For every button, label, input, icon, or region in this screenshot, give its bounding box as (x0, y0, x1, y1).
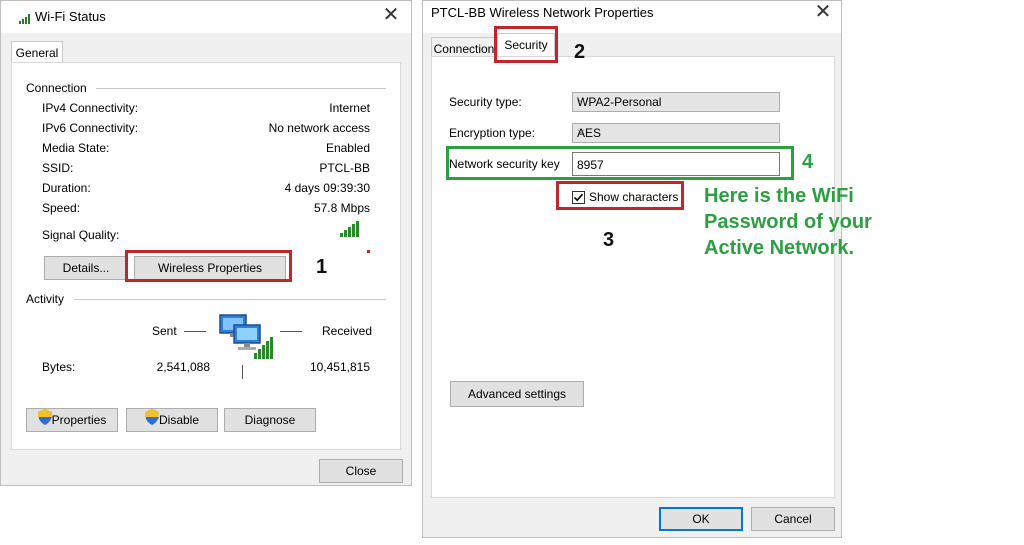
detail-value: Enabled (325, 141, 370, 155)
security-type-label: Security type: (449, 95, 522, 109)
detail-value: 57.8 Mbps (313, 201, 370, 215)
advanced-settings-button[interactable]: Advanced settings (450, 381, 584, 407)
shield-icon (37, 409, 52, 432)
wifi-status-titlebar: Wi-Fi Status ✕ (1, 1, 411, 33)
close-button[interactable]: Close (319, 459, 403, 483)
detail-value: No network access (268, 121, 370, 135)
sent-label: Sent (152, 324, 177, 338)
tab-connection[interactable]: Connection (431, 37, 497, 57)
detail-value: PTCL-BB (319, 161, 370, 175)
activity-heading: Activity (26, 292, 65, 306)
close-icon[interactable]: ✕ (811, 2, 835, 22)
highlight-security-tab (494, 26, 558, 63)
callout-line-3: Active Network. (704, 237, 855, 259)
red-dot-mark (367, 250, 370, 253)
close-icon[interactable]: ✕ (379, 5, 403, 25)
network-properties-title: PTCL-BB Wireless Network Properties (431, 5, 654, 20)
tab-general[interactable]: General (11, 41, 63, 63)
network-properties-window: PTCL-BB Wireless Network Properties ✕ Co… (422, 0, 842, 538)
shield-icon (144, 409, 159, 432)
security-type-select[interactable]: WPA2-Personal ⌵ (572, 92, 780, 112)
highlight-show-characters (556, 181, 684, 210)
signal-quality-label: Signal Quality: (42, 228, 120, 242)
properties-button-label: Properties (51, 413, 107, 427)
step-1-label: 1 (316, 256, 328, 278)
sent-line (184, 331, 206, 332)
detail-label: Duration: (42, 181, 91, 195)
detail-label: IPv6 Connectivity: (42, 121, 139, 135)
detail-value: 4 days 09:39:30 (284, 181, 370, 195)
detail-label: IPv4 Connectivity: (42, 101, 139, 115)
connection-heading: Connection (26, 81, 87, 95)
connection-divider (96, 88, 386, 89)
detail-label: Media State: (42, 141, 110, 155)
bytes-received-value: 10,451,815 (309, 360, 370, 374)
signal-strength-icon (340, 221, 362, 240)
detail-label: SSID: (42, 161, 74, 175)
details-button[interactable]: Details... (44, 256, 128, 280)
received-line (280, 331, 302, 332)
cancel-button[interactable]: Cancel (751, 507, 835, 531)
activity-divider (74, 299, 386, 300)
disable-button-label: Disable (158, 413, 200, 427)
network-properties-titlebar: PTCL-BB Wireless Network Properties ✕ (423, 1, 841, 33)
bytes-sent-value: 2,541,088 (156, 360, 210, 374)
wifi-status-title: Wi-Fi Status (35, 9, 106, 24)
ok-button[interactable]: OK (659, 507, 743, 531)
diagnose-button[interactable]: Diagnose (224, 408, 316, 432)
bytes-divider (242, 365, 243, 379)
detail-value: Internet (329, 101, 370, 115)
step-2-label: 2 (574, 41, 586, 63)
callout-line-1: Here is the WiFi (704, 185, 854, 207)
chevron-down-icon: ⌵ (577, 125, 585, 136)
highlight-wireless-properties (125, 250, 292, 282)
step-3-label: 3 (603, 229, 615, 251)
encryption-type-label: Encryption type: (449, 126, 536, 140)
wifi-signal-icon (19, 13, 31, 27)
bytes-label: Bytes: (42, 360, 76, 374)
network-computers-icon (218, 309, 274, 364)
highlight-network-security-key (446, 146, 794, 180)
chevron-down-icon: ⌵ (577, 94, 585, 105)
security-panel: Security type: WPA2-Personal ⌵ Encryptio… (431, 56, 835, 498)
disable-button[interactable]: Disable (126, 408, 218, 432)
detail-label: Speed: (42, 201, 81, 215)
step-4-label: 4 (802, 151, 814, 173)
wifi-status-window: Wi-Fi Status ✕ General Connection IPv4 C… (0, 0, 412, 486)
properties-button[interactable]: Properties (26, 408, 118, 432)
callout-line-2: Password of your (704, 211, 872, 233)
encryption-type-select[interactable]: AES ⌵ (572, 123, 780, 143)
received-label: Received (322, 324, 373, 338)
wifi-password-callout: Here is the WiFi Password of your Active… (704, 183, 872, 261)
